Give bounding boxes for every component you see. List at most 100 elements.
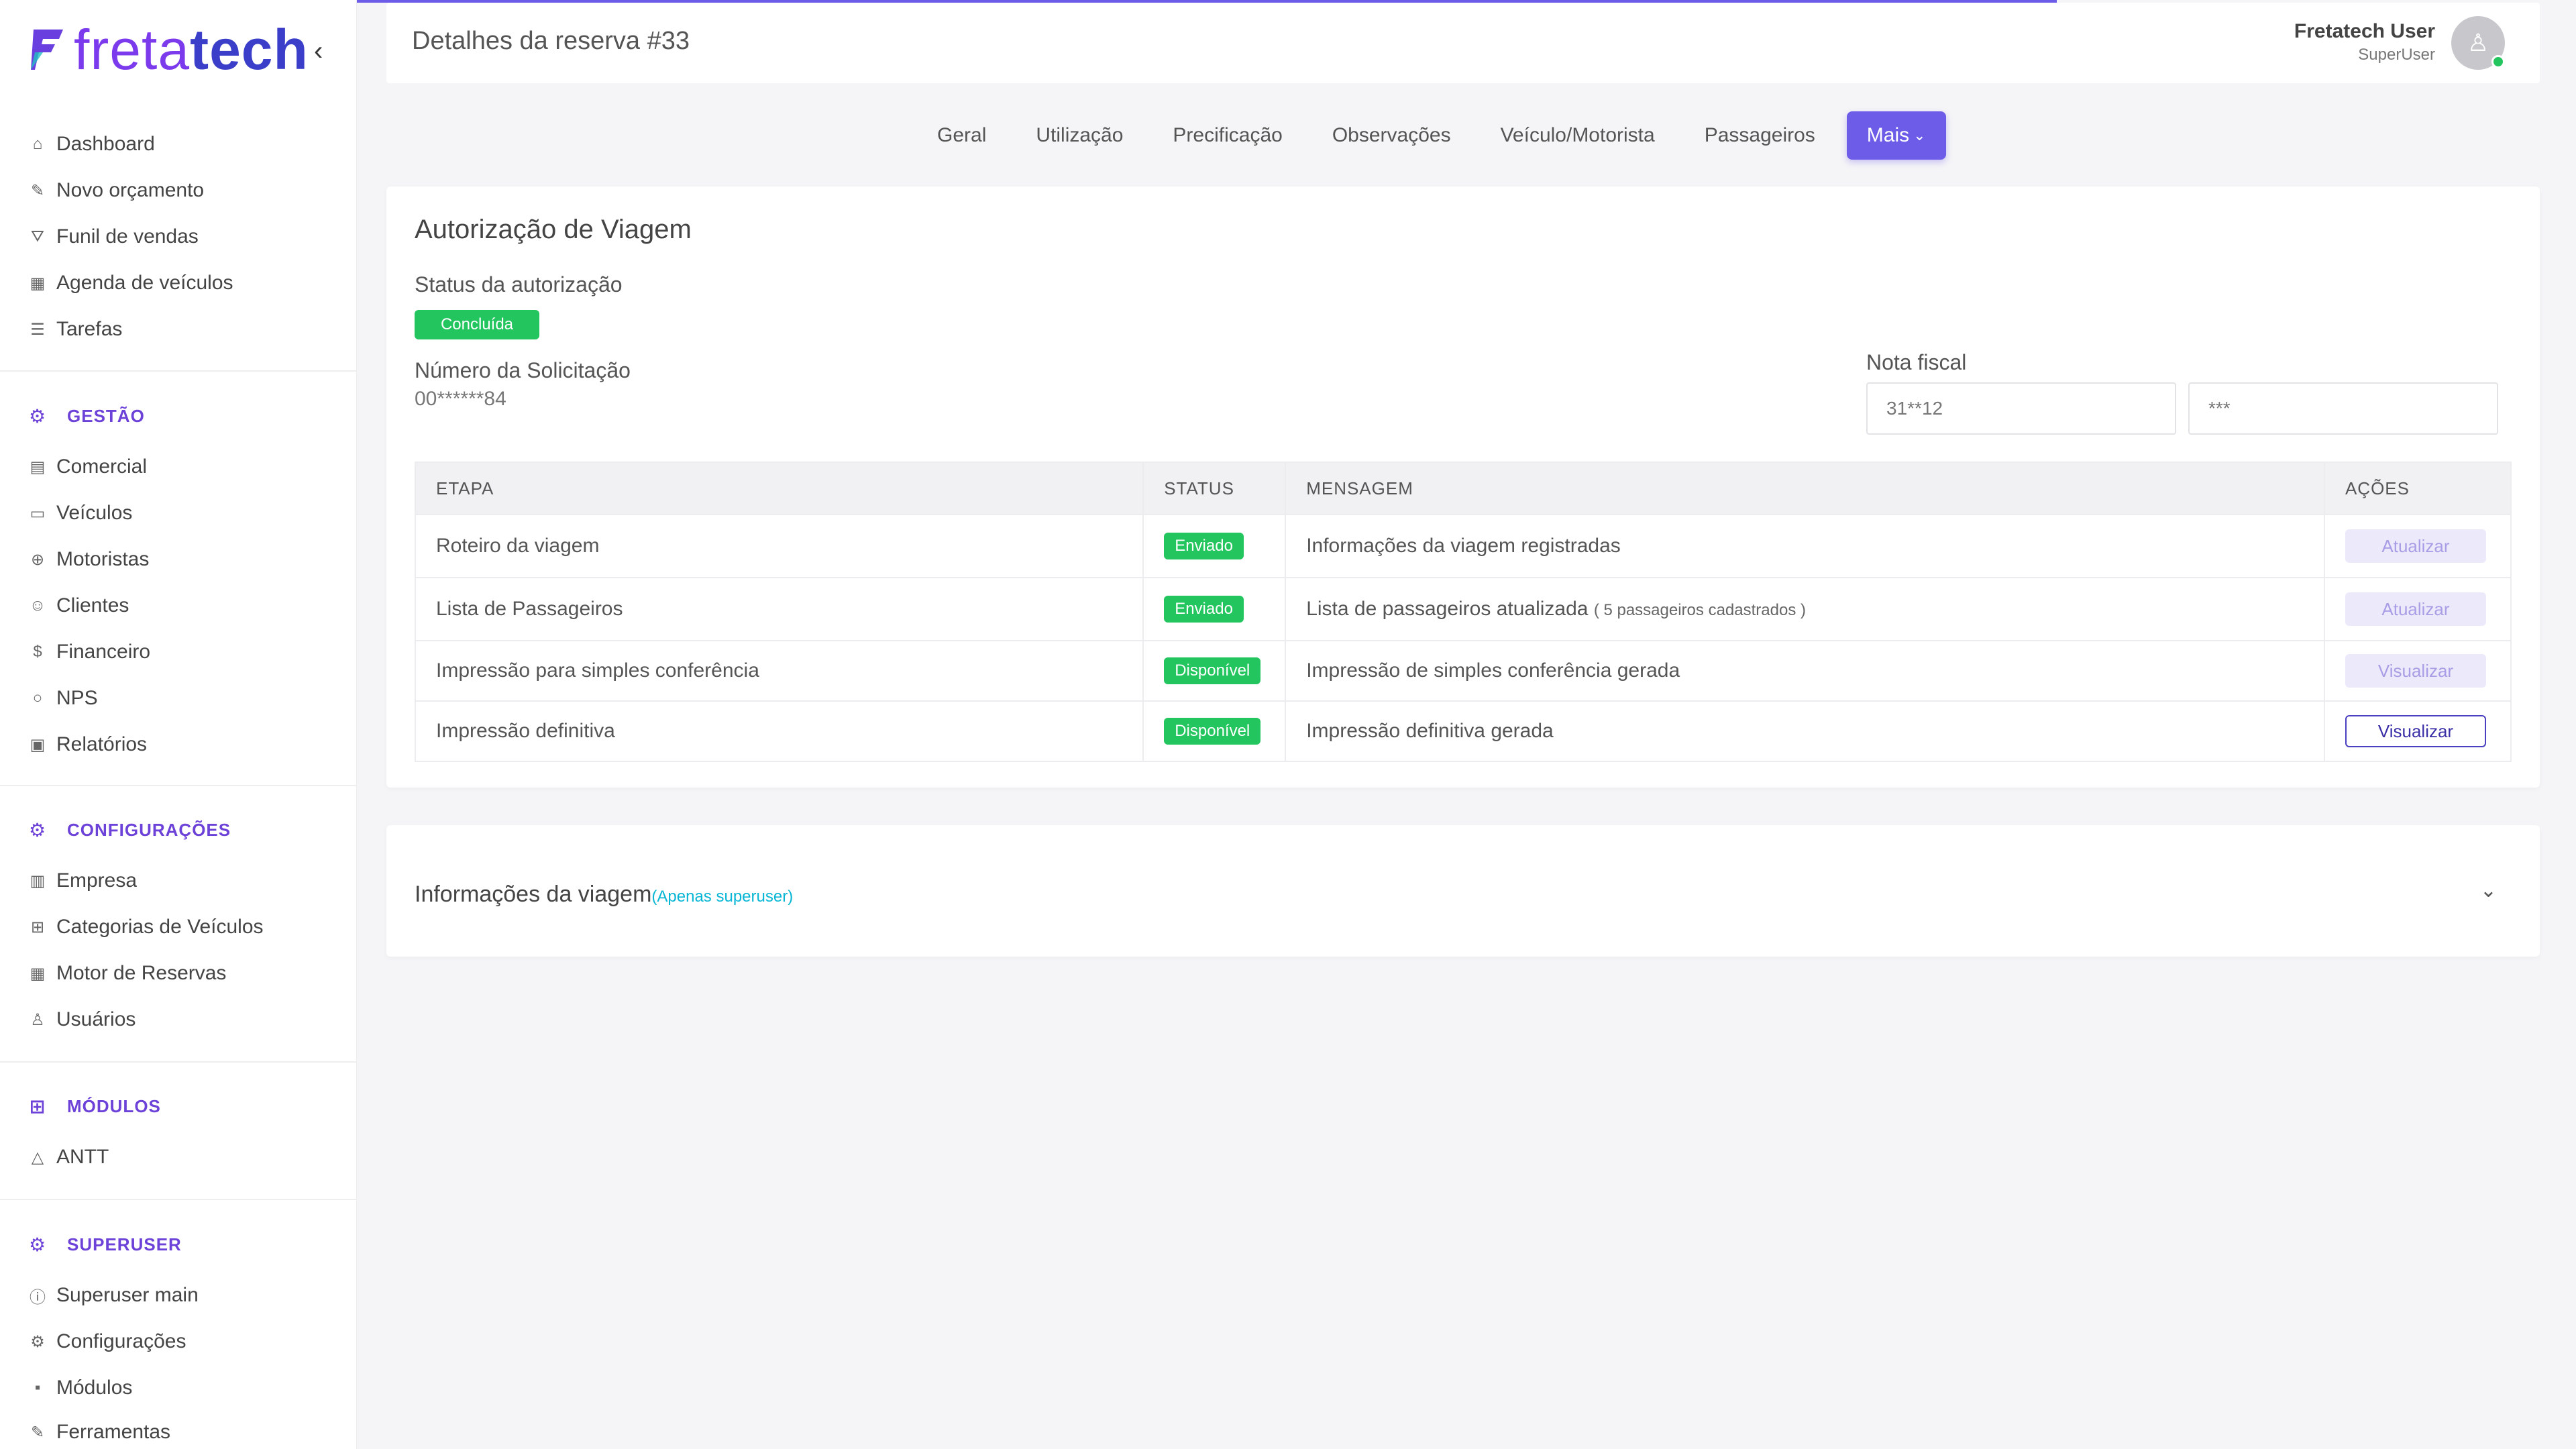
brand-name: fretatech [74,18,309,81]
table-row: Lista de Passageiros Enviado Lista de pa… [414,577,2512,641]
triangle-icon: △ [31,1148,44,1167]
tab-observacoes[interactable]: Observações [1332,124,1451,147]
sidebar-item-usuarios[interactable]: ♙ Usuários [28,1003,136,1036]
column-header-etapa: ETAPA [414,462,1144,515]
mensagem-cell: Informações da viagem registradas [1285,514,2325,578]
sidebar-item-funil-de-vendas[interactable]: ⛛ Funil de vendas [28,220,199,254]
gear-icon: ⚙ [30,1332,45,1351]
status-badge: Enviado [1164,596,1244,623]
grid-icon: ⊞ [30,918,45,936]
tab-veiculo-motorista[interactable]: Veículo/Motorista [1501,124,1655,147]
top-header: Detalhes da reserva #33 Fretatech User S… [386,3,2540,83]
table-header-row: ETAPA STATUS MENSAGEM AÇÕES [414,462,2512,515]
sidebar-item-configuracoes[interactable]: ⚙ Configurações [28,1325,186,1358]
sidebar-item-relatorios[interactable]: ▣ Relatórios [28,728,147,761]
table-icon: ▦ [30,964,46,983]
mensagem-cell: Impressão de simples conferência gerada [1285,640,2325,702]
acoes-cell: Visualizar [2323,640,2512,702]
wrench-icon: ✎ [30,1423,45,1442]
sidebar-item-modulos[interactable]: ▪ Módulos [28,1371,133,1405]
chat-icon: ○ [32,689,43,707]
sidebar-item-comercial[interactable]: ▤ Comercial [28,450,147,484]
chevron-down-icon[interactable]: ⌄ [2480,879,2497,902]
acoes-cell: Atualizar [2323,514,2512,578]
reservation-tabs: Geral Utilização Precificação Observaçõe… [912,111,1946,160]
info-icon: ⓘ [30,1288,46,1307]
sidebar-item-dashboard[interactable]: ⌂ Dashboard [28,127,155,161]
sidebar-divider [0,1199,357,1200]
sidebar-item-agenda-de-veiculos[interactable]: ▦ Agenda de veículos [28,266,233,300]
list-icon: ☰ [30,320,45,339]
etapa-cell: Roteiro da viagem [414,514,1144,578]
sidebar-item-empresa[interactable]: ▥ Empresa [28,864,137,898]
table-row: Impressão definitiva Disponível Impressã… [414,700,2512,762]
brand-logo[interactable]: fretatech [30,18,309,81]
sidebar: fretatech ‹ ⌂ Dashboard ✎ Novo orçamento ⛛… [0,0,357,1449]
etapa-cell: Impressão definitiva [414,700,1144,762]
table-row: Roteiro da viagem Enviado Informações da… [414,514,2512,578]
sidebar-item-financeiro[interactable]: $ Financeiro [28,635,150,669]
sidebar-item-categorias-de-veiculos[interactable]: ⊞ Categorias de Veículos [28,910,264,944]
sidebar-item-novo-orcamento[interactable]: ✎ Novo orçamento [28,174,204,207]
online-status-dot [2491,55,2505,68]
status-badge: Concluída [415,310,539,339]
table-row: Impressão para simples conferência Dispo… [414,640,2512,702]
user-role: SuperUser [2358,46,2435,64]
sidebar-item-superuser-main[interactable]: ⓘ Superuser main [28,1279,199,1312]
section-modulos: ⊞ MÓDULOS [29,1095,161,1117]
sidebar-item-clientes[interactable]: ☺ Clientes [28,589,129,623]
steering-wheel-icon: ⊕ [30,550,45,569]
logo-icon [31,30,63,70]
bus-icon: ▭ [30,504,46,523]
gear-icon: ⚙ [28,819,47,841]
chevron-down-icon: ⌄ [1913,127,1926,144]
chevron-left-icon: ‹ [314,36,323,66]
atualizar-roteiro-button[interactable]: Atualizar [2345,529,2486,563]
sidebar-item-motor-de-reservas[interactable]: ▦ Motor de Reservas [28,957,227,990]
status-cell: Disponível [1142,640,1287,702]
modules-icon: ⊞ [29,1095,46,1117]
tab-utilizacao[interactable]: Utilização [1036,124,1123,147]
status-cell: Disponível [1142,700,1287,762]
tab-geral[interactable]: Geral [937,124,986,147]
sidebar-item-tarefas[interactable]: ☰ Tarefas [28,313,122,346]
calendar-icon: ▦ [30,274,46,292]
status-badge: Disponível [1164,718,1261,745]
sidebar-item-veiculos[interactable]: ▭ Veículos [28,496,133,530]
section-gestao: ⚙ GESTÃO [28,405,145,427]
home-icon: ⌂ [32,135,43,153]
column-header-mensagem: MENSAGEM [1285,462,2325,515]
visualizar-definitiva-button[interactable]: Visualizar [2345,715,2486,747]
sidebar-item-antt[interactable]: △ ANTT [28,1140,109,1174]
user-name[interactable]: Fretatech User [2294,20,2435,43]
status-cell: Enviado [1142,514,1287,578]
tab-precificacao[interactable]: Precificação [1173,124,1282,147]
nota-fiscal-number-input[interactable]: 31**12 [1866,382,2176,435]
acoes-cell: Visualizar [2323,700,2512,762]
tab-mais-dropdown[interactable]: Mais ⌄ [1846,111,1946,160]
sidebar-divider [0,370,357,372]
sidebar-item-motoristas[interactable]: ⊕ Motoristas [28,543,149,576]
authorization-steps-table: ETAPA STATUS MENSAGEM AÇÕES Roteiro da v… [414,462,2512,762]
atualizar-passageiros-button[interactable]: Atualizar [2345,592,2486,626]
tab-passageiros[interactable]: Passageiros [1705,124,1815,147]
passenger-count-note: ( 5 passageiros cadastrados ) [1593,601,1806,619]
gear-icon: ⚙ [28,405,47,427]
collapse-sidebar-button[interactable]: ‹ [314,36,323,66]
gear-icon: ⚙ [28,1234,47,1255]
modules-icon: ▪ [34,1379,41,1397]
nota-fiscal-series-input[interactable]: *** [2188,382,2498,435]
trip-info-accordion[interactable]: Informações da viagem(Apenas superuser) … [386,825,2540,957]
nota-fiscal-label: Nota fiscal [1866,350,1967,374]
page-title: Detalhes da reserva #33 [412,27,690,55]
sidebar-item-nps[interactable]: ○ NPS [28,682,98,715]
dollar-icon: $ [33,643,42,661]
column-header-status: STATUS [1142,462,1287,515]
user-icon: ♙ [2467,29,2489,56]
user-icon: ♙ [30,1010,45,1029]
sidebar-divider [0,785,357,786]
visualizar-conferencia-button[interactable]: Visualizar [2345,654,2486,688]
mensagem-cell: Lista de passageiros atualizada ( 5 pass… [1285,577,2325,641]
sidebar-item-ferramentas[interactable]: ✎ Ferramentas [28,1415,170,1449]
superuser-only-note: (Apenas superuser) [651,888,794,906]
